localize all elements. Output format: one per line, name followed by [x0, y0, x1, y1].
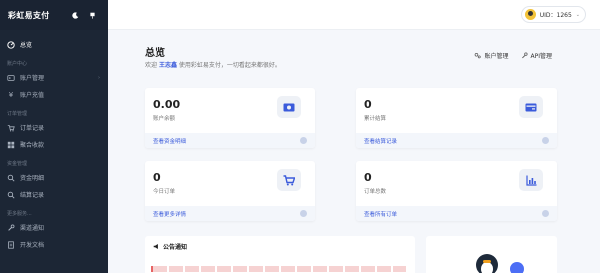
chevron-down-icon: ⌄	[575, 11, 580, 18]
sidebar: 彩虹易支付 总览 账户中心 账户管理 › ¥ 账户充值 订单管理 订单记录 聚合…	[0, 0, 108, 273]
fund-details-link[interactable]: 查看资金明细	[145, 133, 315, 148]
brand-bar: 彩虹易支付	[0, 0, 108, 30]
total-orders-value: 0	[364, 171, 372, 184]
today-orders-value: 0	[153, 171, 161, 184]
account-manage-link[interactable]: 账户管理	[474, 51, 509, 60]
bar-chart-icon	[519, 169, 543, 191]
user-card-icon	[7, 74, 15, 82]
avatar	[524, 9, 536, 20]
sidebar-item-fund-details[interactable]: 资金明细	[0, 169, 108, 186]
notice-title: 公告通知	[163, 244, 188, 251]
document-icon	[7, 240, 15, 249]
welcome-prefix: 欢迎	[145, 62, 158, 69]
settled-label: 累计结算	[364, 116, 387, 122]
sidebar-group-orders: 订单管理	[7, 111, 28, 117]
sidebar-group-account: 账户中心	[7, 61, 28, 67]
sidebar-nav: 总览 账户中心 账户管理 › ¥ 账户充值 订单管理 订单记录 聚合收款 资金管…	[0, 30, 108, 253]
api-manage-label: API管理	[530, 53, 553, 60]
tool-icon	[7, 224, 15, 232]
notice-header: 公告通知	[153, 242, 187, 251]
sidebar-item-order-records[interactable]: 订单记录	[0, 119, 108, 136]
search-icon	[7, 174, 15, 182]
notice-item[interactable]	[151, 266, 406, 272]
brand-name: 彩虹易支付	[8, 10, 50, 20]
account-manage-label: 账户管理	[484, 53, 509, 60]
all-orders-label: 查看所有订单	[364, 211, 398, 218]
settlement-records-link[interactable]: 查看结算记录	[356, 133, 557, 148]
sidebar-group-more: 更多服务...	[7, 211, 32, 217]
main-content: 总览 欢迎 王志鑫 使用彩虹易支付，一切看起来都很好。 账户管理 API管理 0…	[108, 30, 600, 273]
floating-help-button[interactable]	[510, 262, 524, 273]
cart-icon	[7, 124, 15, 132]
sidebar-item-label: 聚合收款	[20, 142, 45, 149]
topbar: UID：1265 ⌄	[108, 0, 600, 30]
sidebar-item-label: 结算记录	[20, 192, 45, 199]
balance-label: 账户余额	[153, 116, 176, 122]
profile-card	[426, 236, 557, 273]
money-icon	[277, 96, 301, 118]
notice-panel: 公告通知	[145, 236, 415, 273]
settlement-records-label: 查看结算记录	[364, 138, 398, 145]
settled-card: 0 累计结算 查看结算记录	[356, 88, 557, 148]
order-details-link[interactable]: 查看更多详情	[145, 206, 315, 221]
sidebar-group-funds: 资金管理	[7, 161, 28, 167]
today-orders-card: 0 今日订单 查看更多详情	[145, 161, 315, 221]
sidebar-item-dev-docs[interactable]: 开发文档	[0, 236, 108, 253]
dashboard-icon	[7, 40, 15, 49]
total-orders-card: 0 订单总数 查看所有订单	[356, 161, 557, 221]
quick-links: 账户管理 API管理	[474, 51, 552, 60]
arrow-circle-icon	[300, 210, 307, 217]
sidebar-item-overview[interactable]: 总览	[0, 36, 108, 53]
search-icon	[7, 191, 15, 199]
chevron-right-icon: ›	[98, 74, 100, 81]
sidebar-item-channel-notify[interactable]: 渠道通知	[0, 219, 108, 236]
username: 王志鑫	[158, 62, 177, 69]
wrench-icon	[521, 52, 528, 59]
yen-icon: ¥	[8, 90, 14, 99]
sidebar-item-settlement-records[interactable]: 结算记录	[0, 186, 108, 203]
sidebar-item-label: 资金明细	[20, 175, 45, 182]
grid-icon	[7, 141, 15, 149]
sidebar-item-aggregate-pay[interactable]: 聚合收款	[0, 136, 108, 153]
card-icon	[519, 96, 543, 118]
api-manage-link[interactable]: API管理	[521, 51, 553, 60]
qq-penguin-icon	[476, 254, 498, 273]
sidebar-item-label: 账户充值	[20, 92, 45, 99]
balance-value: 0.00	[153, 98, 181, 111]
all-orders-link[interactable]: 查看所有订单	[356, 206, 557, 221]
today-orders-label: 今日订单	[153, 189, 176, 195]
arrow-circle-icon	[542, 210, 549, 217]
pin-icon[interactable]	[89, 12, 96, 19]
welcome-suffix: 使用彩虹易支付，一切看起来都很好。	[178, 62, 281, 69]
welcome-text: 欢迎 王志鑫 使用彩虹易支付，一切看起来都很好。	[145, 60, 281, 69]
balance-card: 0.00 账户余额 查看资金明细	[145, 88, 315, 148]
arrow-circle-icon	[542, 137, 549, 144]
fund-details-label: 查看资金明细	[153, 138, 187, 145]
user-id-label: UID：1265	[539, 12, 572, 19]
gears-icon	[475, 53, 482, 59]
sidebar-item-label: 渠道通知	[20, 225, 45, 232]
sidebar-item-label: 开发文档	[20, 242, 45, 249]
arrow-circle-icon	[300, 137, 307, 144]
sidebar-item-label: 总览	[20, 42, 33, 49]
settled-value: 0	[364, 98, 372, 111]
sidebar-item-label: 账户管理	[20, 75, 45, 82]
moon-icon[interactable]	[72, 11, 79, 19]
sidebar-item-label: 订单记录	[20, 125, 45, 132]
total-orders-label: 订单总数	[364, 189, 387, 195]
user-menu-button[interactable]: UID：1265 ⌄	[520, 6, 586, 23]
megaphone-icon	[153, 244, 158, 249]
cart-icon	[277, 169, 301, 191]
order-details-label: 查看更多详情	[153, 211, 187, 218]
sidebar-item-recharge[interactable]: ¥ 账户充值	[0, 86, 108, 103]
page-title: 总览	[145, 48, 165, 59]
sidebar-item-account-manage[interactable]: 账户管理 ›	[0, 69, 108, 86]
